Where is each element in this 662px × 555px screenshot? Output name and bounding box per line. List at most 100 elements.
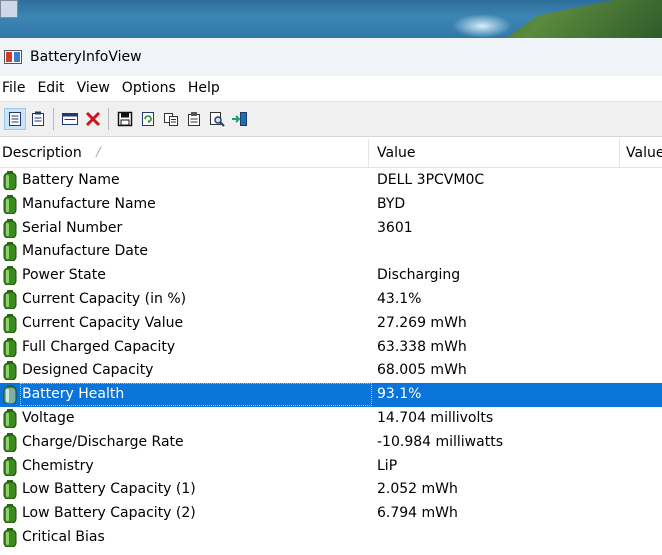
battery-icon: [3, 385, 17, 405]
row-value: 6.794 mWh: [377, 505, 458, 522]
desktop-wallpaper: [0, 0, 662, 38]
properties-icon: [188, 112, 200, 126]
list-row[interactable]: Critical Bias: [0, 526, 662, 550]
find-button[interactable]: [206, 108, 228, 130]
battery-icon: [3, 361, 17, 381]
battery-icon: [3, 218, 17, 238]
battery-icon: [3, 194, 17, 214]
row-value: 2.052 mWh: [377, 481, 458, 498]
report-button[interactable]: [27, 108, 49, 130]
battery-icon: [3, 289, 17, 309]
menu-file[interactable]: File: [1, 76, 34, 100]
menu-options[interactable]: Options: [121, 76, 185, 100]
copy-button[interactable]: [160, 108, 182, 130]
list-row[interactable]: Voltage 14.704 millivolts: [0, 407, 662, 431]
menu-help[interactable]: Help: [187, 76, 229, 100]
battery-icon: [3, 408, 17, 428]
row-value: 93.1%: [377, 386, 422, 403]
row-description: Designed Capacity: [22, 362, 154, 379]
window-icon: [62, 113, 78, 125]
exit-button[interactable]: [229, 108, 251, 130]
copy-icon: [164, 113, 178, 126]
battery-icon: [3, 432, 17, 452]
row-description: Battery Health: [22, 386, 125, 403]
row-description: Low Battery Capacity (2): [22, 505, 196, 522]
row-value: 27.269 mWh: [377, 314, 467, 331]
list-row[interactable]: Serial Number 3601: [0, 217, 662, 241]
refresh-icon: [142, 112, 154, 126]
row-description: Manufacture Name: [22, 195, 156, 212]
row-description: Battery Name: [22, 172, 120, 188]
window-button[interactable]: [59, 108, 81, 130]
battery-icon: [3, 504, 17, 524]
sort-arrow-icon: ╱: [95, 148, 102, 158]
column-separator[interactable]: [619, 139, 620, 167]
list-row[interactable]: Battery Health 93.1%: [0, 383, 662, 407]
row-value: 43.1%: [377, 290, 422, 307]
row-description: Full Charged Capacity: [22, 338, 176, 355]
row-value: -10.984 milliwatts: [377, 433, 503, 450]
delete-x-icon: [85, 111, 101, 127]
column-header-description[interactable]: Description ╱: [2, 139, 368, 167]
save-icon: [117, 111, 133, 127]
list-row[interactable]: Full Charged Capacity 63.338 mWh: [0, 336, 662, 360]
toolbar: [0, 101, 662, 137]
list-row[interactable]: Current Capacity (in %) 43.1%: [0, 288, 662, 312]
row-description: Critical Bias: [22, 528, 105, 545]
column-header-value-2[interactable]: Value: [626, 139, 662, 167]
row-value: 14.704 millivolts: [377, 409, 494, 426]
column-separator[interactable]: [368, 139, 369, 167]
battery-info-list: Battery Name DELL 3PCVM0C Manufacture Name…: [0, 169, 662, 550]
row-description: Serial Number: [22, 219, 123, 236]
battery-icon: [3, 480, 17, 500]
list-row[interactable]: Manufacture Name BYD: [0, 193, 662, 217]
row-description: Low Battery Capacity (1): [22, 481, 196, 498]
menu-bar: File Edit View Options Help: [0, 76, 662, 100]
list-row[interactable]: Low Battery Capacity (2) 6.794 mWh: [0, 502, 662, 526]
list-row[interactable]: Designed Capacity 68.005 mWh: [0, 359, 662, 383]
row-value: Discharging: [377, 267, 461, 284]
find-icon: [210, 112, 225, 127]
row-value: BYD: [377, 195, 406, 212]
row-description: Power State: [22, 267, 106, 284]
row-value: 3601: [377, 219, 413, 236]
menu-view[interactable]: View: [76, 76, 119, 100]
list-row[interactable]: Current Capacity Value 27.269 mWh: [0, 312, 662, 336]
list-row[interactable]: Charge/Discharge Rate -10.984 milliwatts: [0, 431, 662, 455]
properties-list-button[interactable]: [4, 108, 26, 130]
battery-icon: [3, 456, 17, 476]
battery-icon: [3, 171, 17, 190]
list-row[interactable]: Power State Discharging: [0, 264, 662, 288]
toolbar-separator: [53, 108, 54, 130]
app-battery-icon: [4, 50, 22, 64]
refresh-button[interactable]: [137, 108, 159, 130]
battery-icon: [3, 313, 17, 333]
wallpaper-foam: [452, 14, 512, 38]
properties-list-icon: [9, 112, 21, 126]
exit-icon: [232, 112, 247, 126]
toolbar-separator: [108, 108, 109, 130]
menu-edit[interactable]: Edit: [36, 76, 73, 100]
row-description: Current Capacity (in %): [22, 290, 187, 307]
row-description: Voltage: [22, 409, 75, 426]
battery-icon: [3, 242, 17, 262]
save-button[interactable]: [114, 108, 136, 130]
column-header-value[interactable]: Value: [377, 139, 617, 167]
row-description: Chemistry: [22, 457, 94, 474]
desktop-icon[interactable]: [0, 0, 18, 18]
window-title: BatteryInfoView: [30, 49, 142, 65]
title-bar: BatteryInfoView: [0, 38, 662, 76]
list-row[interactable]: Chemistry LiP: [0, 455, 662, 479]
battery-icon: [3, 337, 17, 357]
battery-icon: [3, 266, 17, 286]
row-value: 63.338 mWh: [377, 338, 467, 355]
properties-button[interactable]: [183, 108, 205, 130]
list-row[interactable]: Low Battery Capacity (1) 2.052 mWh: [0, 478, 662, 502]
list-header: Description ╱ Value Value: [0, 139, 662, 168]
battery-icon: [3, 527, 17, 547]
row-value: 68.005 mWh: [377, 362, 467, 379]
list-row[interactable]: Battery Name DELL 3PCVM0C: [0, 169, 662, 193]
list-row[interactable]: Manufacture Date: [0, 240, 662, 264]
row-description: Manufacture Date: [22, 243, 148, 260]
delete-button[interactable]: [82, 108, 104, 130]
